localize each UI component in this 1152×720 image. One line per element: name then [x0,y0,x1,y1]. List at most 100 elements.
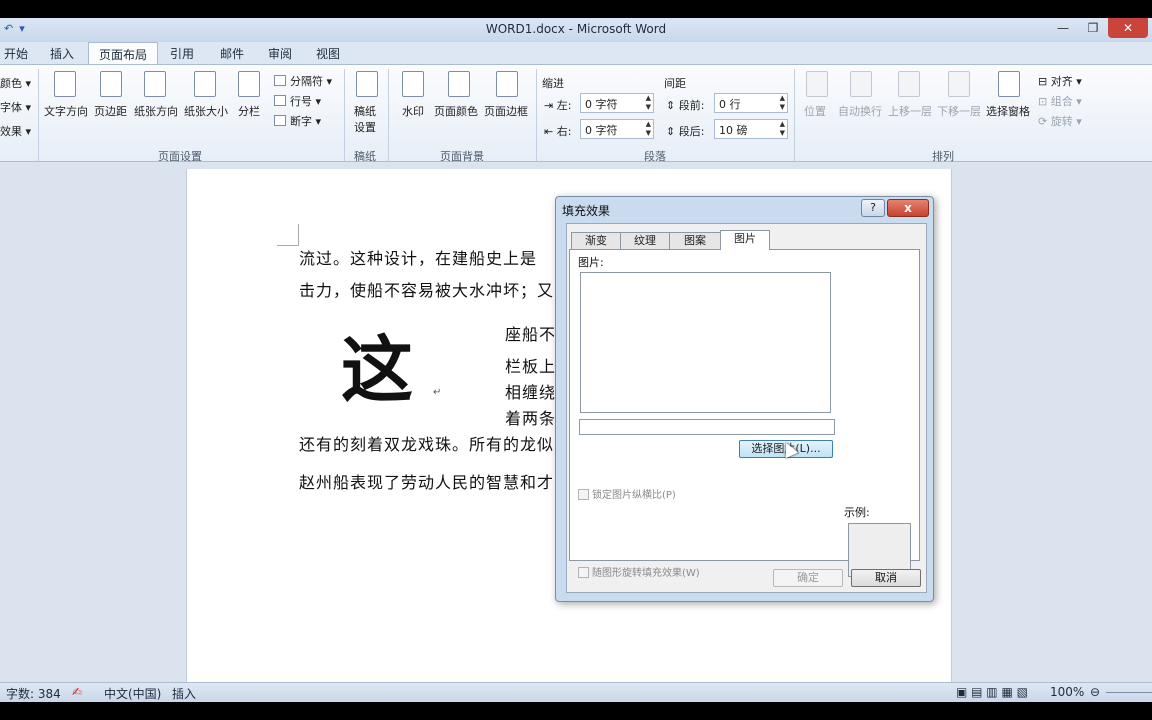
tab-review[interactable]: 审阅 [268,45,292,62]
selection-pane-button[interactable]: 选择窗格 [986,103,1030,119]
fill-effects-dialog: 填充效果 ? x 渐变 纹理 图案 图片 图片: 选择图片(L)... 锁定图片… [555,196,934,602]
text-direction-button[interactable]: 文字方向 [44,103,88,119]
watermark-button[interactable]: 水印 [402,103,424,119]
theme-colors-button[interactable]: 颜色 ▾ [0,75,31,91]
position-icon [806,71,828,97]
page-color-button[interactable]: 页面颜色 [434,103,478,119]
document-line: 着两条 [505,409,557,428]
manuscript-icon [356,71,378,97]
bring-forward-button[interactable]: 上移一层 [888,103,932,119]
indent-left-label: ⇥ 左: [544,99,572,112]
tab-picture[interactable]: 图片 [720,230,770,250]
rotate-with-shape-checkbox[interactable]: 随图形旋转填充效果(W) [578,564,700,579]
text-direction-icon [54,71,76,97]
checkbox-icon [578,567,589,578]
bring-forward-icon [898,71,920,97]
breaks-button[interactable]: 分隔符 ▾ [290,73,332,89]
close-window-button[interactable]: ✕ [1108,18,1148,38]
tab-view[interactable]: 视图 [316,45,340,62]
view-buttons-icon[interactable]: ▣ ▤ ▥ ▦ ▧ [956,685,1028,699]
tab-mailings[interactable]: 邮件 [220,45,244,62]
proofing-icon[interactable]: ✍ [72,685,82,699]
spinner-arrows-icon[interactable]: ▲ ▼ [780,120,785,138]
line-numbers-icon [274,95,286,106]
drop-cap-character: 这 [341,327,414,412]
dialog-title: 填充效果 [562,204,611,218]
help-button[interactable]: ? [861,199,885,217]
theme-effects-button[interactable]: 效果 ▾ [0,123,31,139]
document-line: 相缠绕 [505,383,557,402]
spinner-arrows-icon[interactable]: ▲ ▼ [646,120,651,138]
line-numbers-button[interactable]: 行号 ▾ [290,93,321,109]
breaks-icon [274,75,286,86]
page-color-icon [448,71,470,97]
document-line: 栏板上 [505,357,557,376]
columns-button[interactable]: 分栏 [238,103,260,119]
tab-page-layout[interactable]: 页面布局 [88,42,159,65]
document-line: 流过。这种设计，在建船史上是 [299,249,538,268]
page-size-button[interactable]: 纸张大小 [184,103,228,119]
send-backward-button[interactable]: 下移一层 [937,103,981,119]
margin-corner-mark [277,224,299,246]
minimize-button[interactable]: — [1048,18,1078,38]
zoom-slider[interactable] [1106,692,1152,693]
align-button[interactable]: ⊟ 对齐 ▾ [1038,73,1082,89]
page-background-group-label: 页面背景 [440,150,484,163]
tab-pattern[interactable]: 图案 [669,232,721,250]
group-separator [38,69,39,161]
insert-mode-indicator[interactable]: 插入 [172,685,196,702]
group-separator [344,69,345,161]
checkbox-icon [578,489,589,500]
tab-gradient[interactable]: 渐变 [571,232,621,250]
orientation-button[interactable]: 纸张方向 [134,103,178,119]
maximize-button[interactable]: ❐ [1078,18,1108,38]
lock-aspect-checkbox[interactable]: 锁定图片纵横比(P) [578,486,676,501]
language-indicator[interactable]: 中文(中国) [104,685,161,702]
word-count[interactable]: 字数: 384 [6,685,61,702]
indent-right-label: ⇤ 右: [544,125,572,138]
tab-home[interactable]: 开始 [4,45,28,62]
tab-texture[interactable]: 纹理 [620,232,670,250]
manuscript-settings-line2: 设置 [354,121,376,134]
ribbon-tabs: 开始 插入 页面布局 引用 邮件 审阅 视图 [0,42,1152,65]
position-button[interactable]: 位置 [804,103,826,119]
document-line: 击力，使船不容易被大水冲坏；又 [299,281,555,300]
document-line: 座船不 [505,325,557,344]
dialog-body: 渐变 纹理 图案 图片 图片: 选择图片(L)... 锁定图片纵横比(P) 示例… [566,223,927,593]
theme-fonts-button[interactable]: 字体 ▾ [0,99,31,115]
group-separator [388,69,389,161]
margins-button[interactable]: 页边距 [94,103,127,119]
sample-label: 示例: [844,506,870,519]
page-borders-icon [496,71,518,97]
zoom-level[interactable]: 100% [1050,685,1084,699]
cancel-button[interactable]: 取消 [851,569,921,587]
dialog-close-button[interactable]: x [887,199,929,217]
orientation-icon [144,71,166,97]
spacing-after-spinner[interactable]: 10 磅 ▲ ▼ [714,119,788,139]
spinner-arrows-icon[interactable]: ▲ ▼ [780,94,785,112]
tab-insert[interactable]: 插入 [50,45,74,62]
group-button[interactable]: ⊡ 组合 ▾ [1038,93,1082,109]
ribbon: 颜色 ▾ 字体 ▾ 效果 ▾ 文字方向 页边距 纸张方向 纸张大小 分栏 分隔符… [0,64,1152,163]
tab-references[interactable]: 引用 [170,45,194,62]
spinner-arrows-icon[interactable]: ▲ ▼ [646,94,651,112]
columns-icon [238,71,260,97]
zoom-out-icon[interactable]: ⊖ [1090,685,1100,699]
ok-button[interactable]: 确定 [773,569,843,587]
indent-right-spinner[interactable]: 0 字符 ▲ ▼ [580,119,654,139]
picture-preview [580,272,831,413]
page-borders-button[interactable]: 页面边框 [484,103,528,119]
group-separator [536,69,537,161]
window-title: WORD1.docx - Microsoft Word [485,22,667,36]
rotate-button[interactable]: ⟳ 旋转 ▾ [1038,113,1082,129]
picture-name-field [579,419,835,435]
indent-left-spinner[interactable]: 0 字符 ▲ ▼ [580,93,654,113]
wrap-text-button[interactable]: 自动换行 [838,103,882,119]
spacing-title: 间距 [664,77,686,90]
hyphenation-button[interactable]: 断字 ▾ [290,113,321,129]
paragraph-mark-icon: ↵ [433,387,442,398]
spacing-before-label: ⇕ 段前: [666,99,705,112]
group-separator [794,69,795,161]
manuscript-settings-button[interactable]: 稿纸 [354,103,376,119]
spacing-before-spinner[interactable]: 0 行 ▲ ▼ [714,93,788,113]
